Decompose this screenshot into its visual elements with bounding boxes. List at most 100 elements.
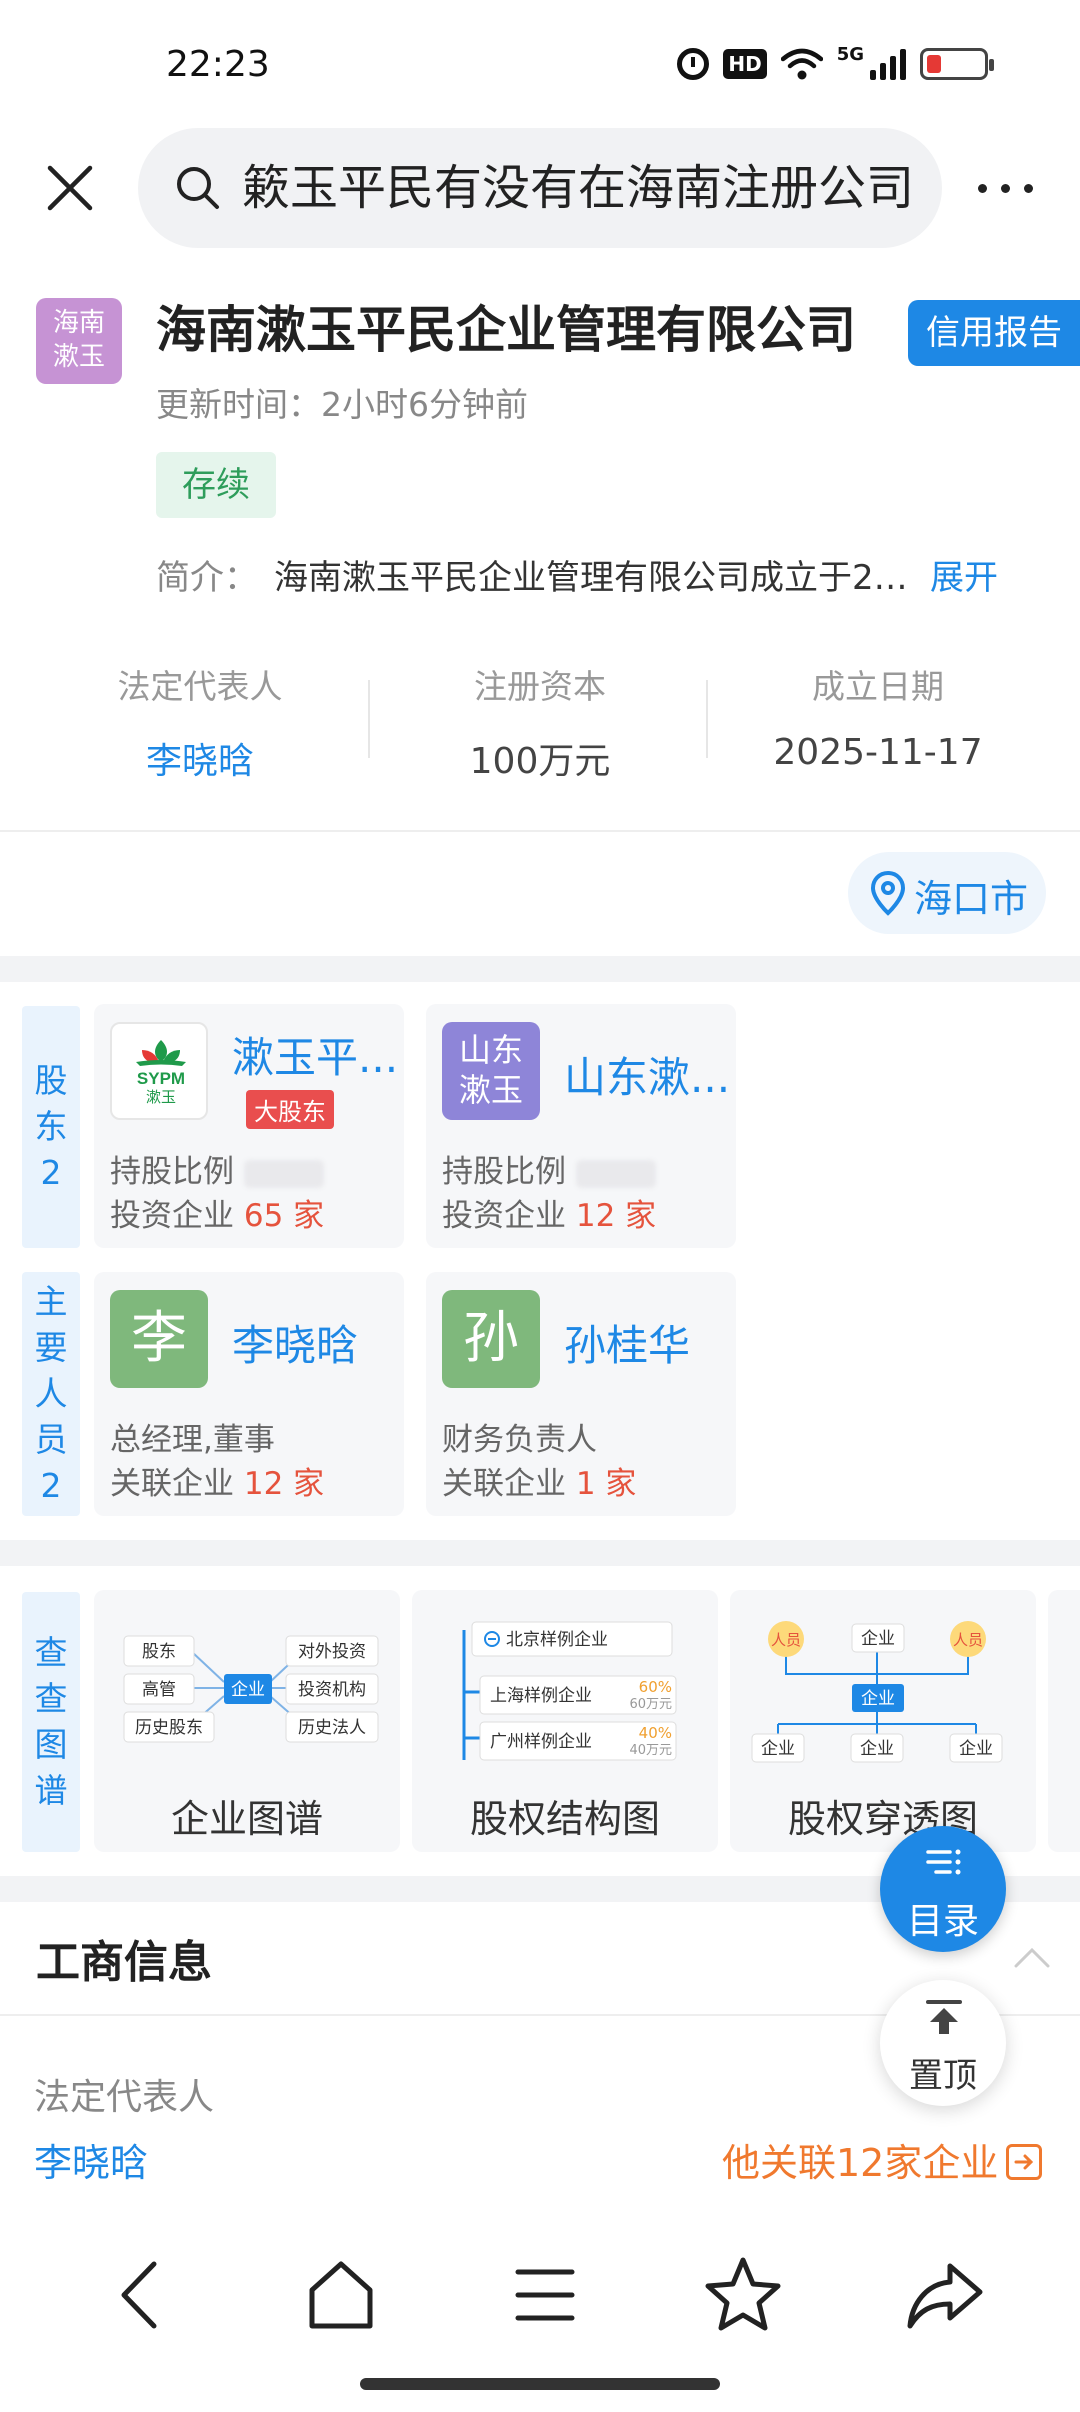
- back-to-top-button[interactable]: 置顶: [880, 1980, 1006, 2106]
- intro-text: 海南漱玉平民企业管理有限公司成立于2025年11月17日: [274, 558, 922, 598]
- legal-rep-name[interactable]: 李晓晗: [34, 2132, 148, 2187]
- dot-icon: [1023, 183, 1033, 193]
- share-ratio: 持股比例: [110, 1146, 324, 1191]
- enterprise-graph-thumbnail: 股东 对外投资 高管 企业 投资机构 历史股东 历史法人: [123, 1635, 379, 1743]
- back-icon[interactable]: [94, 2250, 184, 2340]
- staff-card[interactable]: 李 李晓晗 总经理,董事 关联企业 12 家: [94, 1272, 404, 1516]
- menu-icon[interactable]: [500, 2250, 590, 2340]
- more-options-button[interactable]: [970, 168, 1040, 208]
- svg-text:60万元: 60万元: [629, 1697, 672, 1712]
- svg-text:企业: 企业: [861, 1629, 895, 1649]
- shareholder-name[interactable]: 漱玉平...: [232, 1024, 398, 1085]
- svg-text:企业: 企业: [761, 1739, 795, 1759]
- enterprise-graph-card[interactable]: 股东 对外投资 高管 企业 投资机构 历史股东 历史法人 企业图谱: [94, 1590, 400, 1852]
- stat-founded: 成立日期 2025-11-17: [773, 667, 983, 773]
- svg-text:广州样例企业: 广州样例企业: [490, 1732, 592, 1752]
- search-icon: [177, 167, 219, 209]
- svg-text:漱玉: 漱玉: [146, 1088, 176, 1106]
- staff-card[interactable]: 孙 孙桂华 财务负责人 关联企业 1 家: [426, 1272, 736, 1516]
- graph-title: 股权穿透图: [787, 1797, 978, 1841]
- sypm-logo: SYPM 漱玉: [110, 1022, 208, 1120]
- divider: [0, 830, 1080, 832]
- network-type: 5G: [836, 44, 864, 65]
- section-gap: [0, 1540, 1080, 1566]
- divider: [706, 680, 708, 758]
- sypm-logo-icon: SYPM 漱玉: [136, 1040, 186, 1106]
- stat-legal-rep[interactable]: 法定代表人 李晓晗: [30, 660, 370, 784]
- legal-rep-link[interactable]: 李晓晗: [30, 732, 370, 784]
- search-query: 簌玉平民有没有在海南注册公司: [242, 160, 915, 216]
- close-icon[interactable]: [42, 160, 98, 216]
- shareholder-name[interactable]: 山东漱...: [564, 1044, 730, 1105]
- staff-name[interactable]: 李晓晗: [232, 1312, 358, 1373]
- dot-icon: [1000, 183, 1010, 193]
- svg-text:人员: 人员: [953, 1631, 983, 1649]
- svg-text:SYPM: SYPM: [137, 1069, 185, 1088]
- staff-role: 财务负责人: [442, 1422, 597, 1458]
- toc-fab-button[interactable]: 目录: [880, 1826, 1006, 1952]
- svg-text:企业: 企业: [231, 1680, 265, 1700]
- equity-structure-card[interactable]: 北京样例企业 上海样例企业 60% 60万元 广州样例企业 40% 40万元 股…: [412, 1590, 718, 1852]
- staff-label[interactable]: 主 要 人 员 2: [22, 1272, 80, 1516]
- equity-penetration-card[interactable]: 人员 企业 人员 企业 企业 企业 企业 股权穿透图: [730, 1590, 1036, 1852]
- shareholder-card[interactable]: SYPM 漱玉 漱玉平... 大股东 持股比例 投资企业 65 家: [94, 1004, 404, 1248]
- section-gap: [0, 956, 1080, 982]
- svg-text:对外投资: 对外投资: [298, 1642, 366, 1662]
- wifi-icon: [780, 48, 823, 80]
- shareholder-card[interactable]: 山东 漱玉 山东漱... 持股比例 投资企业 12 家: [426, 1004, 736, 1248]
- svg-text:投资机构: 投资机构: [298, 1680, 366, 1700]
- equity-penetration-thumbnail: 人员 企业 人员 企业 企业 企业 企业: [751, 1621, 1003, 1763]
- hd-icon: HD: [723, 49, 767, 79]
- location-pin-icon: [870, 870, 906, 916]
- related-companies-link[interactable]: 他关联12家企业: [722, 2132, 1043, 2187]
- company-logo: 海南 漱玉: [36, 298, 122, 384]
- equity-structure-thumbnail: 北京样例企业 上海样例企业 60% 60万元 广州样例企业 40% 40万元: [462, 1621, 677, 1761]
- svg-text:股东: 股东: [142, 1642, 176, 1662]
- invest-count: 投资企业 12 家: [442, 1198, 657, 1234]
- svg-text:历史股东: 历史股东: [135, 1718, 203, 1738]
- shareholders-label[interactable]: 股 东 2: [22, 1006, 80, 1248]
- related-count: 关联企业 1 家: [442, 1466, 637, 1502]
- svg-text:40万元: 40万元: [629, 1743, 672, 1758]
- signal-icon: [870, 48, 906, 80]
- share-icon[interactable]: [900, 2250, 990, 2340]
- staff-name[interactable]: 孙桂华: [564, 1312, 690, 1373]
- home-indicator: [360, 2378, 720, 2390]
- battery-icon: [920, 48, 994, 80]
- expand-link[interactable]: 展开: [930, 550, 998, 599]
- alarm-icon: [677, 48, 710, 80]
- svg-text:上海样例企业: 上海样例企业: [490, 1686, 592, 1706]
- svg-text:40%: 40%: [639, 1724, 672, 1742]
- arrow-out-icon: [1006, 2144, 1043, 2180]
- invest-count: 投资企业 65 家: [110, 1198, 325, 1234]
- graphs-label[interactable]: 查 查 图 谱: [22, 1592, 80, 1852]
- chevron-up-icon[interactable]: [1012, 1942, 1052, 1970]
- hidden-value: [575, 1159, 656, 1188]
- status-badge: 存续: [156, 452, 276, 518]
- update-time: 更新时间：2小时6分钟前: [156, 385, 528, 424]
- home-icon[interactable]: [296, 2250, 386, 2340]
- star-icon[interactable]: [698, 2250, 788, 2340]
- company-name: 海南漱玉平民企业管理有限公司: [156, 301, 856, 359]
- staff-role: 总经理,董事: [110, 1422, 275, 1458]
- legal-rep-label: 法定代表人: [34, 2077, 215, 2118]
- status-bar: 22:23 HD 5G: [0, 0, 1080, 130]
- search-input[interactable]: 簌玉平民有没有在海南注册公司: [138, 128, 942, 248]
- major-shareholder-badge: 大股东: [246, 1090, 334, 1129]
- credit-report-button[interactable]: 信用报告: [908, 300, 1080, 366]
- next-graph-card-peek[interactable]: [1048, 1590, 1080, 1852]
- svg-text:企业: 企业: [861, 1689, 895, 1709]
- list-icon: [926, 1849, 961, 1875]
- graph-title: 企业图谱: [170, 1797, 323, 1841]
- status-icons: HD 5G: [677, 44, 994, 84]
- bottom-navigation: [0, 2240, 1080, 2350]
- svg-text:60%: 60%: [639, 1678, 672, 1696]
- svg-text:北京样例企业: 北京样例企业: [506, 1630, 608, 1650]
- arrow-top-icon: [926, 2000, 962, 2034]
- dot-icon: [977, 183, 987, 193]
- status-time: 22:23: [166, 44, 270, 85]
- related-count: 关联企业 12 家: [110, 1466, 325, 1502]
- location-button[interactable]: 海口市: [848, 852, 1046, 934]
- share-ratio: 持股比例: [442, 1146, 656, 1191]
- key-stats: 法定代表人 李晓晗 注册资本 100万元 成立日期 2025-11-17: [0, 660, 1080, 790]
